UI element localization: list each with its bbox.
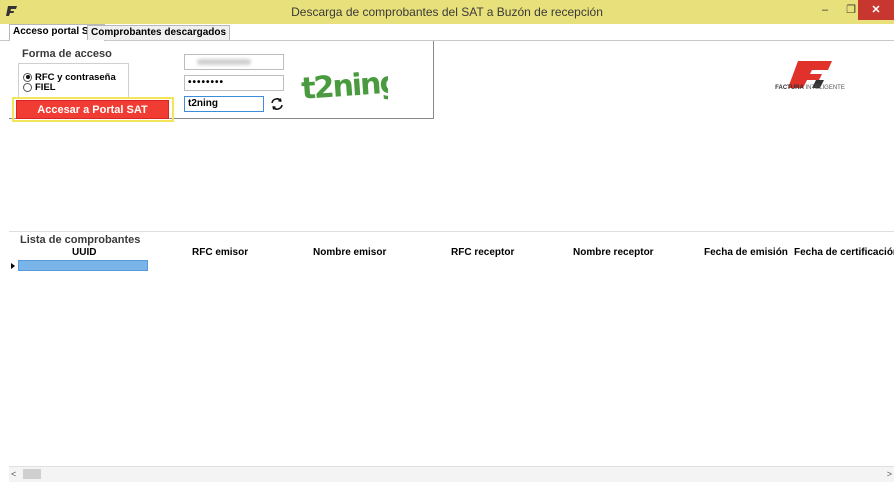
radio-fiel-label: FIEL — [35, 81, 56, 93]
column-header-rfc-emisor[interactable]: RFC emisor — [192, 247, 248, 258]
captcha-text: t2ning — [300, 65, 388, 106]
logo-text: FACTURA INTELIGENTE — [775, 85, 845, 91]
radio-button[interactable] — [23, 82, 32, 92]
close-button[interactable]: ✕ — [858, 0, 894, 20]
comprobantes-grid[interactable] — [9, 260, 894, 466]
refresh-icon[interactable] — [269, 96, 285, 112]
horizontal-scrollbar[interactable]: < > — [9, 466, 894, 482]
rfc-input[interactable] — [184, 54, 284, 70]
grid-header: UUID RFC emisor Nombre emisor RFC recept… — [9, 247, 894, 261]
selected-cell[interactable] — [18, 260, 148, 271]
section-divider — [9, 231, 894, 232]
list-label: Lista de comprobantes — [20, 234, 141, 246]
title-bar: Descarga de comprobantes del SAT a Buzón… — [0, 0, 894, 24]
captcha-input[interactable]: t2ning — [184, 96, 264, 112]
column-header-nombre-emisor[interactable]: Nombre emisor — [313, 247, 386, 258]
tab-strip: Acceso portal SAT Comprobantes descargad… — [0, 24, 894, 41]
scroll-left-icon[interactable]: < — [11, 469, 16, 479]
radio-fiel[interactable]: FIEL — [23, 81, 56, 93]
redacted-rfc — [197, 59, 251, 65]
window-title: Descarga de comprobantes del SAT a Buzón… — [291, 5, 603, 19]
column-header-fecha-emision[interactable]: Fecha de emisión — [704, 247, 788, 258]
column-header-rfc-receptor[interactable]: RFC receptor — [451, 247, 514, 258]
column-header-fecha-certificacion[interactable]: Fecha de certificación — [794, 247, 894, 258]
minimize-button[interactable]: – — [812, 0, 838, 20]
column-header-nombre-receptor[interactable]: Nombre receptor — [573, 247, 654, 258]
row-selector-arrow-icon — [11, 263, 15, 269]
scroll-thumb[interactable] — [23, 469, 41, 479]
password-input[interactable]: •••••••• — [184, 75, 284, 91]
scroll-right-icon[interactable]: > — [887, 469, 892, 479]
captcha-image: t2ning — [300, 65, 388, 106]
access-group-label: Forma de acceso — [22, 48, 112, 60]
tab-comprobantes-descargados[interactable]: Comprobantes descargados — [87, 25, 231, 40]
access-portal-button[interactable]: Accesar a Portal SAT — [16, 100, 169, 119]
column-header-uuid[interactable]: UUID — [72, 247, 96, 258]
